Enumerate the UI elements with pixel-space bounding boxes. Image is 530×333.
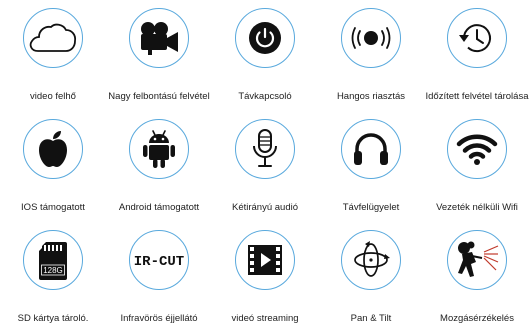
feature-grid: video felhő Nagy felbontású felvétel Táv…	[0, 0, 530, 333]
feature-label: videó streaming	[231, 313, 299, 324]
icon-circle: 128G	[23, 230, 83, 290]
feature-label: Vezeték nélküli Wifi	[436, 202, 518, 213]
wifi-icon	[456, 134, 498, 165]
android-icon	[143, 130, 175, 168]
feature-infrared-night-vision: IR-CUT Infravörös éjjellátó	[106, 222, 212, 333]
feature-video-cloud: video felhő	[0, 0, 106, 111]
headphones-icon	[354, 133, 388, 165]
microphone-icon	[253, 129, 277, 167]
feature-android-support: Android támogatott	[106, 111, 212, 222]
icon-circle	[447, 230, 507, 290]
icon-circle	[235, 119, 295, 179]
pan-tilt-icon	[354, 241, 390, 277]
feature-label: IOS támogatott	[21, 202, 85, 213]
alarm-icon	[351, 27, 391, 49]
feature-label: video felhő	[30, 91, 76, 102]
icon-circle	[341, 119, 401, 179]
feature-loud-alarm: Hangos riasztás	[318, 0, 424, 111]
feature-pan-tilt: Pan & Tilt	[318, 222, 424, 333]
apple-icon	[39, 131, 67, 167]
ir-cut-icon: IR-CUT	[134, 254, 184, 270]
feature-timed-recording: Időzített felvétel tárolása	[424, 0, 530, 111]
icon-circle	[129, 119, 189, 179]
feature-label: Távkapcsoló	[238, 91, 292, 102]
feature-ios-support: IOS támogatott	[0, 111, 106, 222]
feature-hd-recording: Nagy felbontású felvétel	[106, 0, 212, 111]
icon-circle	[447, 8, 507, 68]
feature-motion-detection: Mozgásérzékelés	[424, 222, 530, 333]
icon-circle	[341, 230, 401, 290]
icon-circle	[23, 8, 83, 68]
sd-card-capacity: 128G	[43, 266, 63, 275]
icon-circle	[447, 119, 507, 179]
feature-label: Nagy felbontású felvétel	[108, 91, 210, 102]
feature-label: Infravörös éjjellátó	[120, 313, 198, 324]
icon-circle	[129, 8, 189, 68]
feature-label: Android támogatott	[118, 202, 200, 213]
video-camera-icon	[141, 22, 178, 55]
ir-cut-text: IR-CUT	[134, 254, 184, 270]
feature-label: SD kártya tároló.	[17, 313, 89, 324]
feature-two-way-audio: Kétirányú audió	[212, 111, 318, 222]
cloud-icon	[29, 23, 77, 52]
history-icon	[459, 24, 491, 53]
icon-circle: IR-CUT	[129, 230, 189, 290]
icon-circle	[235, 230, 295, 290]
sd-card-icon: 128G	[39, 242, 67, 280]
power-icon	[249, 22, 281, 54]
feature-label: Kétirányú audió	[231, 202, 299, 213]
video-streaming-icon	[248, 245, 282, 275]
feature-label: Pan & Tilt	[350, 313, 392, 324]
feature-label: Távfelügyelet	[342, 202, 400, 213]
icon-circle	[23, 119, 83, 179]
feature-label: Hangos riasztás	[336, 91, 406, 102]
feature-wireless-wifi: Vezeték nélküli Wifi	[424, 111, 530, 222]
icon-circle	[235, 8, 295, 68]
feature-video-streaming: videó streaming	[212, 222, 318, 333]
feature-label: Időzített felvétel tárolása	[425, 91, 529, 102]
icon-circle	[341, 8, 401, 68]
feature-label: Mozgásérzékelés	[440, 313, 514, 324]
feature-sd-card-storage: 128G SD kártya tároló.	[0, 222, 106, 333]
feature-remote-switch: Távkapcsoló	[212, 0, 318, 111]
motion-detection-icon	[458, 241, 499, 277]
feature-remote-monitoring: Távfelügyelet	[318, 111, 424, 222]
